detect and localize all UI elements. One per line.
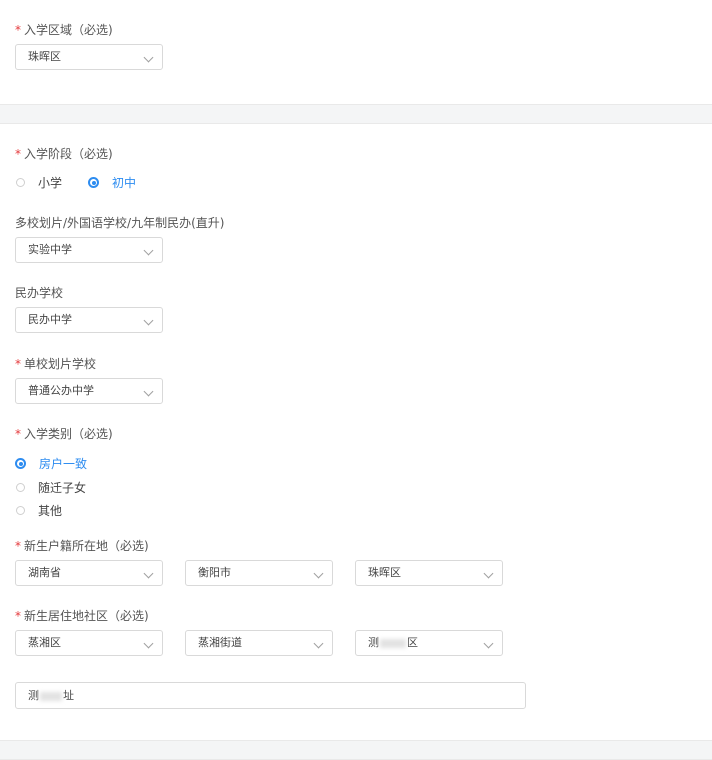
radio-unchecked-icon	[16, 506, 25, 515]
required-star: *	[15, 357, 21, 371]
redacted-text	[40, 691, 62, 701]
radio-checked-icon	[88, 177, 99, 188]
detail-address-input[interactable]: 测址	[15, 682, 526, 709]
category-radio-migrant-children[interactable]: 随迁子女	[16, 479, 86, 496]
required-star: *	[15, 427, 21, 441]
chevron-down-icon	[143, 386, 154, 397]
stage-radio-middle[interactable]: 初中	[88, 174, 136, 191]
enroll-stage-label: * 入学阶段（必选)	[15, 147, 113, 161]
required-star: *	[15, 609, 21, 623]
category-radio-other[interactable]: 其他	[16, 502, 62, 519]
enroll-category-label: * 入学类别（必选)	[15, 427, 113, 441]
single-school-select[interactable]: 普通公办中学	[15, 378, 163, 404]
multi-school-label: 多校划片/外国语学校/九年制民办(直升)	[15, 216, 225, 230]
private-school-label: 民办学校	[15, 286, 64, 300]
residence-community-select[interactable]: 测区	[355, 630, 503, 656]
chevron-down-icon	[143, 245, 154, 256]
residence-district-select[interactable]: 蒸湘区	[15, 630, 163, 656]
chevron-down-icon	[143, 568, 154, 579]
residence-label: * 新生居住地社区（必选)	[15, 609, 149, 623]
redacted-text	[380, 638, 406, 648]
hukou-label: * 新生户籍所在地（必选)	[15, 539, 149, 553]
chevron-down-icon	[313, 638, 324, 649]
hukou-district-select[interactable]: 珠晖区	[355, 560, 503, 586]
single-school-label: * 单校划片学校	[15, 357, 97, 371]
required-star: *	[15, 539, 21, 553]
required-star: *	[15, 23, 21, 37]
chevron-down-icon	[313, 568, 324, 579]
multi-school-select[interactable]: 实验中学	[15, 237, 163, 263]
section-divider-bottom	[0, 740, 712, 760]
chevron-down-icon	[483, 638, 494, 649]
chevron-down-icon	[483, 568, 494, 579]
chevron-down-icon	[143, 315, 154, 326]
enroll-area-label: * 入学区域（必选)	[15, 23, 113, 37]
stage-radio-primary[interactable]: 小学	[16, 174, 62, 191]
section-divider	[0, 104, 712, 124]
hukou-province-select[interactable]: 湖南省	[15, 560, 163, 586]
category-radio-same-household[interactable]: 房户一致	[15, 455, 87, 472]
radio-checked-icon	[15, 458, 26, 469]
radio-unchecked-icon	[16, 483, 25, 492]
chevron-down-icon	[143, 52, 154, 63]
enroll-area-select[interactable]: 珠晖区	[15, 44, 163, 70]
residence-street-select[interactable]: 蒸湘街道	[185, 630, 333, 656]
required-star: *	[15, 147, 21, 161]
chevron-down-icon	[143, 638, 154, 649]
radio-unchecked-icon	[16, 178, 25, 187]
hukou-city-select[interactable]: 衡阳市	[185, 560, 333, 586]
private-school-select[interactable]: 民办中学	[15, 307, 163, 333]
